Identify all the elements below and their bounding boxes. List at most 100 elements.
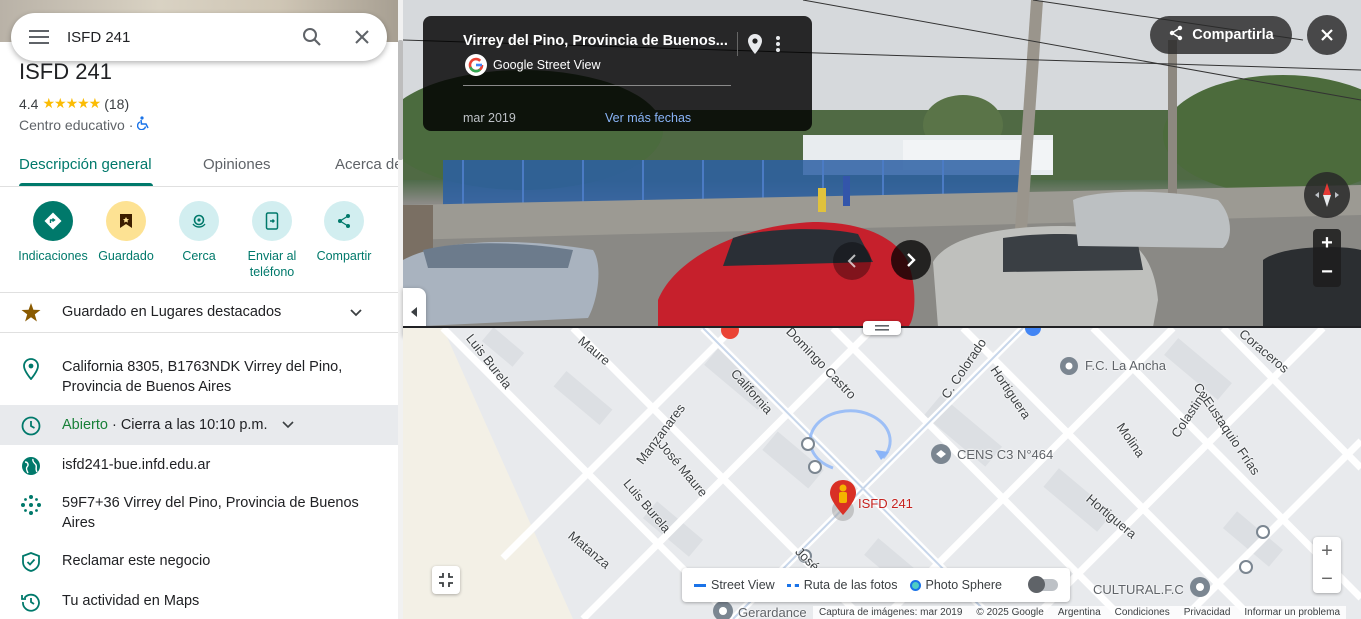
- saved-label: Guardado: [98, 249, 154, 263]
- location-pin-icon[interactable]: [747, 33, 763, 60]
- poi-label[interactable]: CENS C3 N°464: [957, 447, 1053, 462]
- send-to-phone-button[interactable]: Enviar al teléfono: [234, 201, 310, 280]
- star-icon: [0, 302, 62, 322]
- terms-link[interactable]: Condiciones: [1115, 607, 1170, 618]
- sphere-swatch: [909, 579, 921, 591]
- saved-button[interactable]: Guardado: [88, 201, 164, 264]
- nearby-label: Cerca: [182, 249, 216, 263]
- claim-row[interactable]: Reclamar este negocio: [0, 551, 398, 572]
- tab-overview[interactable]: Descripción general: [19, 156, 152, 173]
- history-icon: [0, 591, 62, 612]
- report-problem-link[interactable]: Informar un problema: [1244, 607, 1340, 618]
- nearby-button[interactable]: Cerca: [161, 201, 237, 264]
- address-row[interactable]: California 8305, B1763NDK Virrey del Pin…: [0, 357, 398, 397]
- legend-label: Street View: [711, 578, 775, 592]
- clock-icon: [0, 415, 62, 436]
- brand-label: Google Street View: [493, 58, 601, 72]
- place-marker-label[interactable]: ISFD 241: [858, 496, 913, 511]
- legend-photo-sphere: Photo Sphere: [909, 578, 1002, 592]
- search-input[interactable]: [67, 28, 287, 46]
- dotted-swatch: [786, 583, 799, 587]
- saved-list-row[interactable]: Guardado en Lugares destacados: [0, 302, 398, 322]
- line-swatch: [694, 583, 706, 587]
- chevron-down-icon[interactable]: [281, 416, 294, 434]
- zoom-in-button[interactable]: +: [1313, 229, 1341, 258]
- saved-list-label: Guardado en Lugares destacados: [62, 304, 282, 320]
- chevron-down-icon[interactable]: [350, 302, 362, 322]
- zoom-out-button[interactable]: −: [1313, 565, 1341, 593]
- copyright: © 2025 Google: [976, 607, 1044, 618]
- toggle-knob: [1027, 576, 1045, 593]
- star-rating-icon: ★★★★★: [42, 95, 101, 111]
- website-row[interactable]: isfd241-bue.infd.edu.ar: [0, 455, 398, 476]
- search-icon[interactable]: [287, 27, 337, 47]
- street-view-panorama[interactable]: Virrey del Pino, Provincia de Buenos... …: [403, 0, 1361, 327]
- privacy-link[interactable]: Privacidad: [1184, 607, 1231, 618]
- send-to-phone-label: Enviar al teléfono: [247, 249, 297, 279]
- street-view-brand: Google Street View: [465, 54, 600, 76]
- split-resize-handle[interactable]: [863, 321, 901, 335]
- activity-row[interactable]: Tu actividad en Maps: [0, 591, 398, 612]
- poi-label[interactable]: Gerardance: [738, 605, 807, 619]
- exit-fullscreen-button[interactable]: [432, 566, 460, 594]
- closing-time: · Cierra a las 10:10 p.m.: [107, 417, 268, 433]
- globe-icon: [0, 455, 62, 476]
- chevron-left-icon: [847, 254, 856, 268]
- map-view[interactable]: Luis Burela Maure California Domingo Cas…: [403, 328, 1361, 619]
- poi-label[interactable]: F.C. La Ancha: [1085, 358, 1166, 373]
- divider: [737, 32, 738, 56]
- tab-bar: Descripción general Opiniones Acerca de: [0, 145, 398, 187]
- zoom-out-button[interactable]: −: [1313, 258, 1341, 287]
- imagery-date: Captura de imágenes: mar 2019: [819, 607, 963, 618]
- location-pin-icon: [0, 357, 62, 380]
- poi-label[interactable]: CULTURAL.F.C: [1093, 582, 1184, 597]
- website-link[interactable]: isfd241-bue.infd.edu.ar: [62, 455, 362, 475]
- active-tab-indicator: [19, 183, 153, 186]
- shield-check-icon: [0, 551, 62, 572]
- street-view-title: Virrey del Pino, Provincia de Buenos...: [463, 33, 728, 49]
- more-options-icon[interactable]: [775, 35, 781, 58]
- compass-icon[interactable]: [1304, 172, 1350, 218]
- category-row: Centro educativo ·: [19, 116, 150, 133]
- google-g-icon: [465, 54, 487, 76]
- share-street-view-button[interactable]: Compartirla: [1150, 16, 1292, 54]
- claim-text: Reclamar este negocio: [62, 553, 211, 569]
- share-label: Compartir: [316, 249, 372, 263]
- hours-text: Abierto · Cierra a las 10:10 p.m.: [62, 415, 268, 435]
- share-icon: [324, 201, 364, 241]
- app-root: ISFD 241 4.4 ★★★★★ (18) Centro educativo…: [0, 0, 1361, 619]
- menu-icon[interactable]: [11, 29, 67, 45]
- open-status: Abierto: [62, 417, 108, 433]
- directions-label: Indicaciones: [18, 249, 88, 263]
- share-icon: [1168, 25, 1184, 45]
- navigate-forward-arrow[interactable]: [891, 240, 931, 280]
- tab-reviews[interactable]: Opiniones: [203, 156, 271, 173]
- tab-about[interactable]: Acerca de: [335, 156, 398, 173]
- directions-icon: [33, 201, 73, 241]
- rating-value: 4.4: [19, 95, 39, 112]
- coverage-toggle[interactable]: [1027, 576, 1058, 593]
- search-box: [11, 13, 387, 61]
- see-more-dates-link[interactable]: Ver más fechas: [605, 111, 691, 125]
- send-to-phone-icon: [252, 201, 292, 241]
- capture-date: mar 2019: [463, 111, 516, 125]
- bookmark-icon: [106, 201, 146, 241]
- address-text: California 8305, B1763NDK Virrey del Pin…: [62, 359, 343, 395]
- zoom-in-button[interactable]: +: [1313, 537, 1341, 565]
- hours-row[interactable]: Abierto · Cierra a las 10:10 p.m.: [0, 405, 398, 445]
- country-link[interactable]: Argentina: [1058, 607, 1101, 618]
- review-count[interactable]: (18): [104, 96, 129, 112]
- share-button[interactable]: Compartir: [306, 201, 382, 264]
- caret-left-icon: [411, 307, 417, 317]
- rating-row: 4.4 ★★★★★ (18): [19, 95, 129, 112]
- divider: [463, 85, 731, 86]
- close-search-icon[interactable]: [337, 29, 387, 45]
- plus-code-row[interactable]: 59F7+36 Virrey del Pino, Provincia de Bu…: [0, 493, 398, 533]
- directions-button[interactable]: Indicaciones: [15, 201, 91, 264]
- navigate-back-arrow[interactable]: [833, 242, 871, 280]
- category-label[interactable]: Centro educativo ·: [19, 117, 133, 133]
- wheelchair-icon: [137, 116, 150, 133]
- divider: [0, 332, 398, 333]
- close-street-view-button[interactable]: [1307, 15, 1347, 55]
- legend-label: Photo Sphere: [925, 578, 1002, 592]
